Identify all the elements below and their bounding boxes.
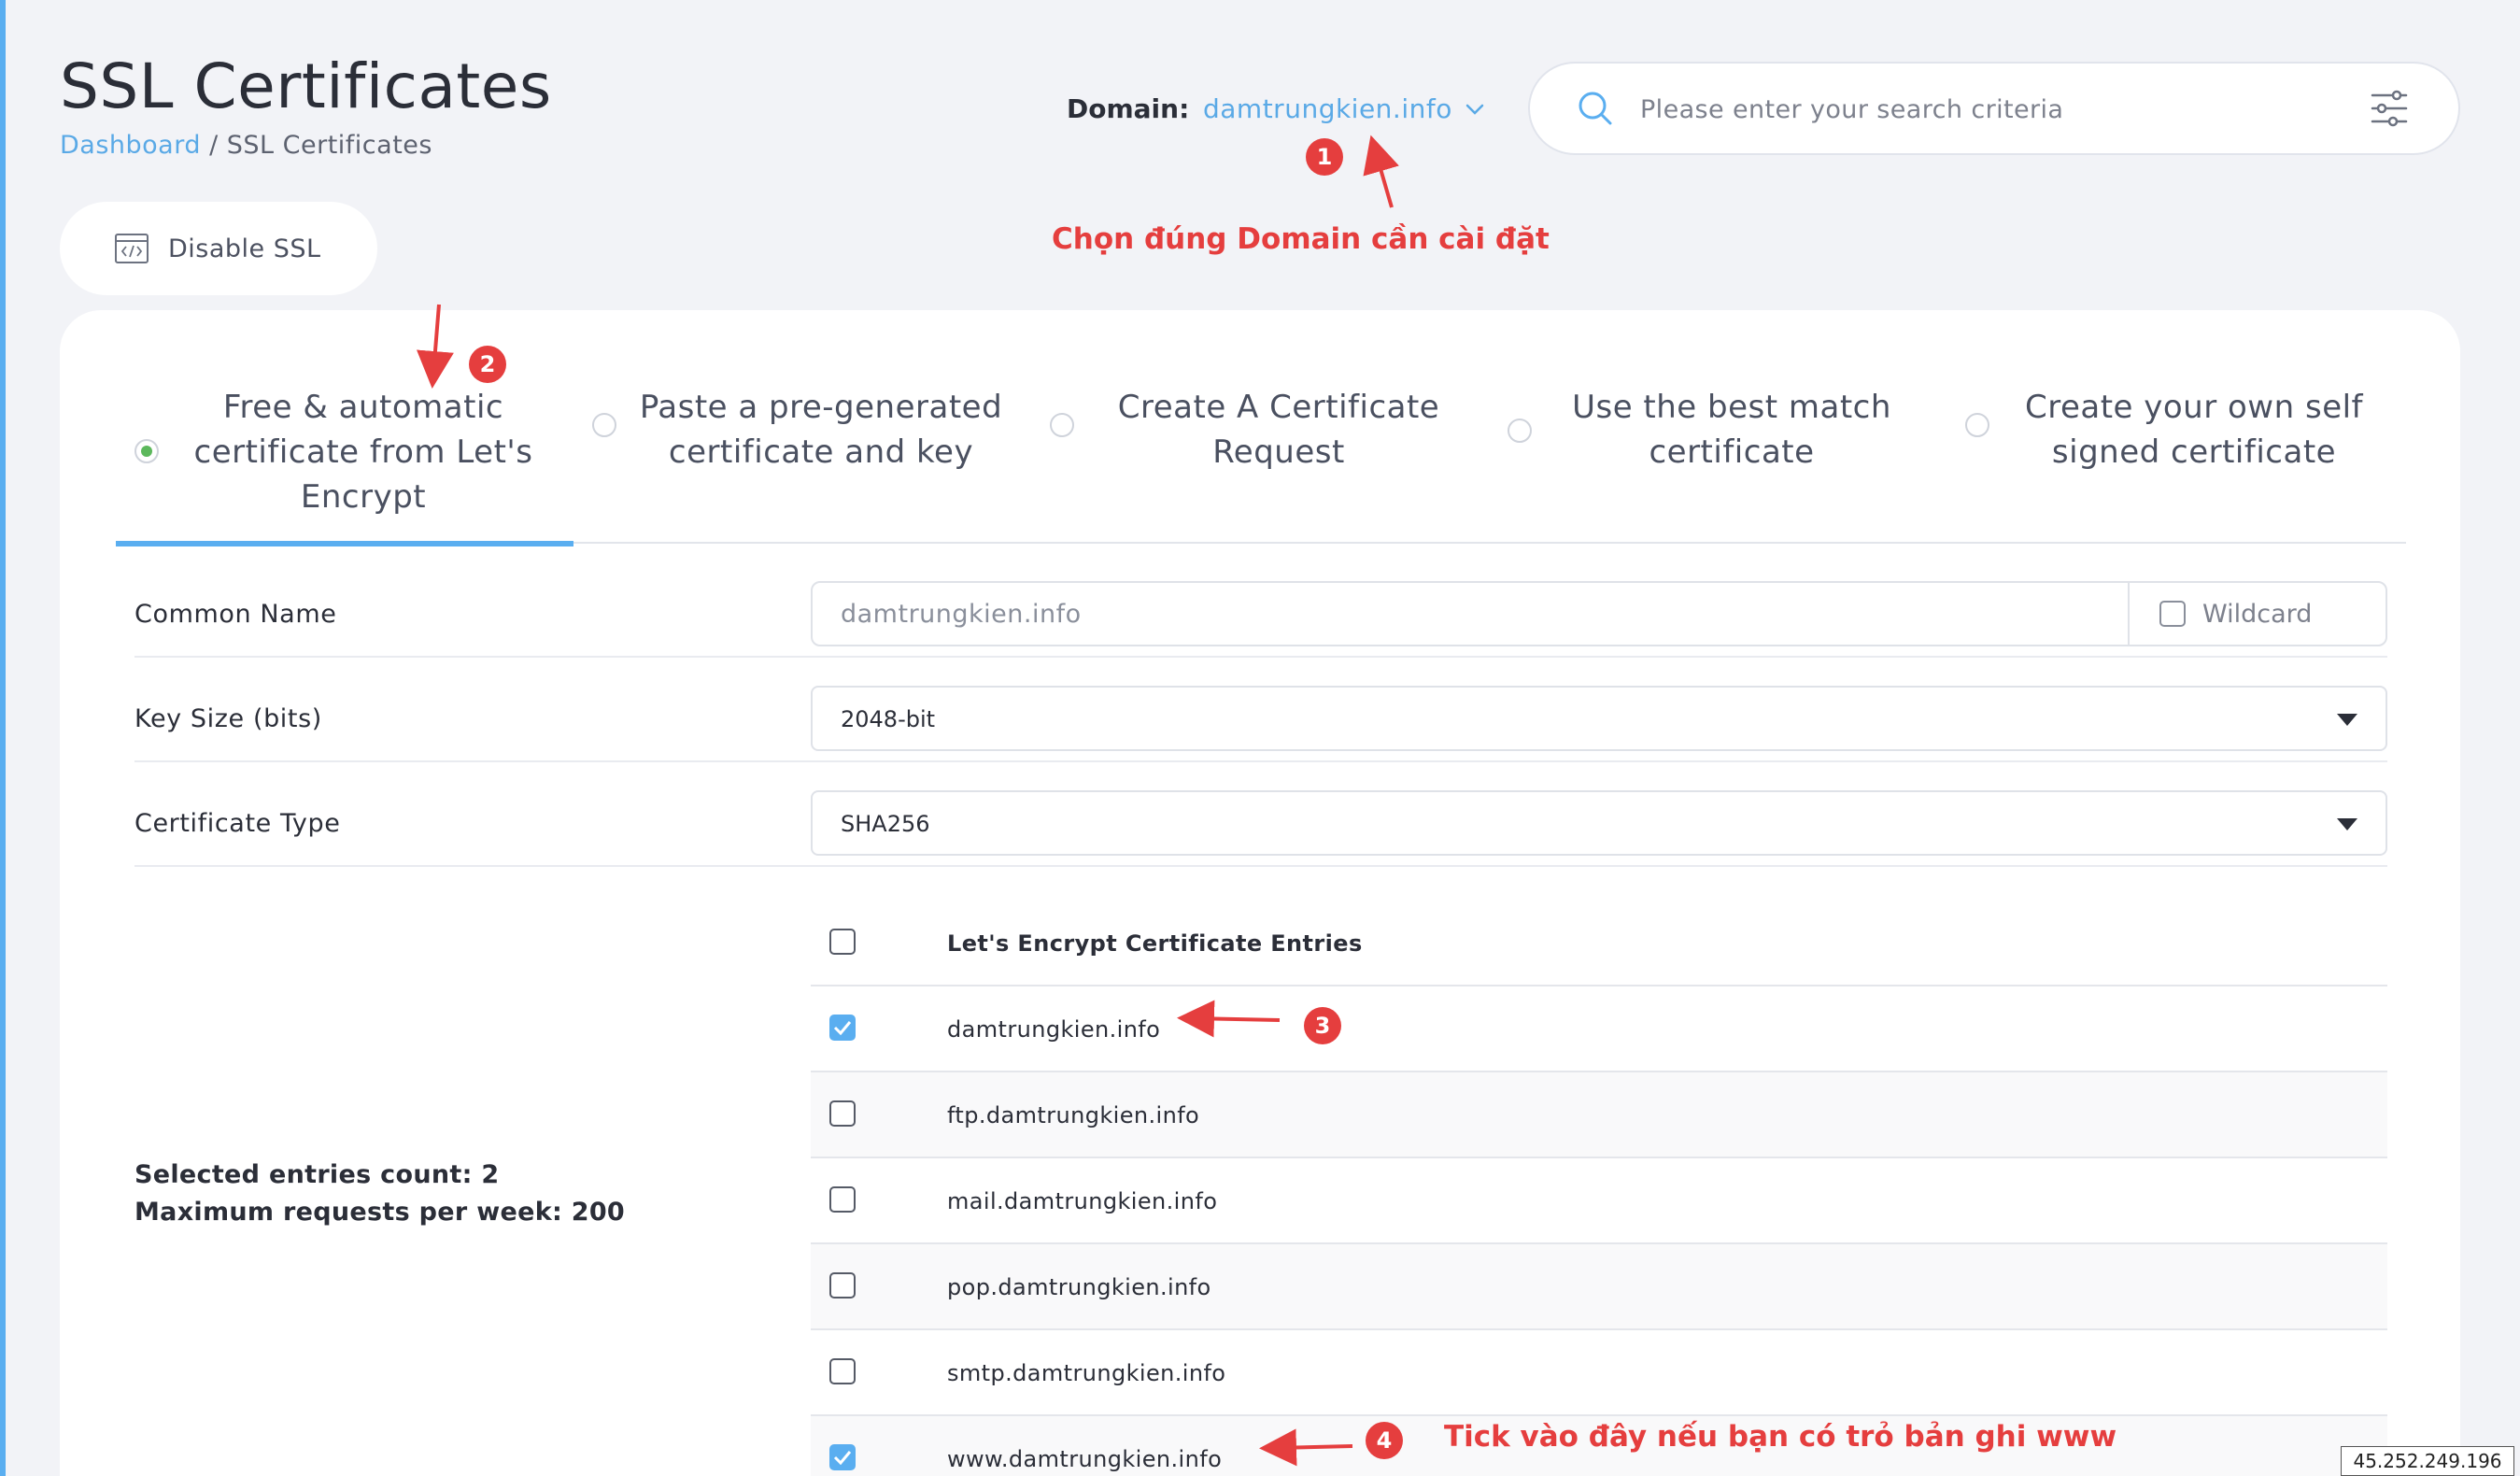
checkmark-icon — [833, 1021, 852, 1035]
certificate-type-row: Certificate Type SHA256 — [134, 790, 2387, 867]
tab-label-best-match: Use the best match certificate — [1572, 389, 1891, 471]
entries-header-label: Let's Encrypt Certificate Entries — [947, 930, 1363, 957]
active-tab-underline — [116, 541, 573, 546]
disable-ssl-label: Disable SSL — [168, 234, 321, 263]
common-name-row: Common Name damtrungkien.info Wildcard — [134, 581, 2387, 658]
tab-label-certificate-request: Create A Certificate Request — [1117, 389, 1440, 471]
common-name-value: damtrungkien.info — [841, 600, 1082, 629]
tab-self-signed[interactable]: Create your own self signed certificate — [1947, 385, 2404, 544]
entry-row-ftp[interactable]: ftp.damtrungkien.info — [811, 1072, 2387, 1158]
wildcard-checkbox[interactable] — [2159, 601, 2186, 627]
search-input[interactable] — [1640, 82, 2350, 136]
entry-checkbox-ftp[interactable] — [829, 1100, 856, 1127]
annotation-badge-2: 2 — [469, 346, 506, 383]
disable-ssl-button[interactable]: Disable SSL — [60, 202, 377, 295]
breadcrumb-current: SSL Certificates — [226, 131, 432, 160]
common-name-field[interactable]: damtrungkien.info Wildcard — [811, 581, 2387, 646]
breadcrumb: Dashboard / SSL Certificates — [60, 131, 432, 160]
chevron-down-icon — [1465, 104, 1484, 115]
annotation-badge-4: 4 — [1366, 1422, 1403, 1459]
page-title: SSL Certificates — [60, 50, 552, 122]
tab-label-lets-encrypt: Free & automatic certificate from Let's … — [193, 389, 533, 516]
tab-label-paste-certificate: Paste a pre-generated certificate and ke… — [639, 389, 1003, 471]
annotation-badge-3: 3 — [1304, 1007, 1341, 1044]
annotation-note-www: Tick vào đây nếu bạn có trỏ bản ghi www — [1444, 1420, 2117, 1454]
entry-checkbox-smtp[interactable] — [829, 1358, 856, 1384]
domain-label: Domain: — [1067, 93, 1190, 124]
key-size-label: Key Size (bits) — [134, 704, 322, 733]
certificate-entries-table: Let's Encrypt Certificate Entries damtru… — [811, 901, 2387, 1476]
entry-row-smtp[interactable]: smtp.damtrungkien.info — [811, 1330, 2387, 1416]
checkmark-icon — [833, 1451, 852, 1465]
wildcard-option[interactable]: Wildcard — [2128, 583, 2386, 645]
entry-checkbox-damtrungkien[interactable] — [829, 1015, 856, 1041]
ssl-card: Free & automatic certificate from Let's … — [60, 310, 2460, 1476]
tab-best-match[interactable]: Use the best match certificate — [1489, 385, 1947, 544]
tab-radio-paste-certificate[interactable] — [592, 413, 616, 437]
certificate-type-value: SHA256 — [841, 811, 930, 837]
entry-label: pop.damtrungkien.info — [947, 1274, 1211, 1300]
page: SSL Certificates Dashboard / SSL Certifi… — [0, 0, 2520, 1476]
tab-radio-lets-encrypt[interactable] — [134, 439, 159, 463]
domain-select[interactable]: damtrungkien.info — [1203, 93, 1484, 124]
left-accent-bar — [0, 0, 6, 1476]
breadcrumb-separator: / — [200, 131, 227, 160]
search-box — [1528, 62, 2460, 155]
tab-paste-certificate[interactable]: Paste a pre-generated certificate and ke… — [573, 385, 1031, 544]
entry-row-mail[interactable]: mail.damtrungkien.info — [811, 1158, 2387, 1244]
annotation-note-domain: Chọn đúng Domain cần cài đặt — [1052, 222, 1550, 256]
tab-radio-best-match[interactable] — [1508, 419, 1532, 443]
entry-row-damtrungkien[interactable]: damtrungkien.info — [811, 986, 2387, 1072]
entry-label: mail.damtrungkien.info — [947, 1188, 1218, 1214]
key-size-row: Key Size (bits) 2048-bit — [134, 686, 2387, 762]
code-window-icon — [115, 234, 149, 263]
tab-lets-encrypt[interactable]: Free & automatic certificate from Let's … — [116, 385, 573, 546]
entry-checkbox-pop[interactable] — [829, 1272, 856, 1299]
entries-stats: Selected entries count: 2 Maximum reques… — [134, 1157, 625, 1231]
certificate-type-label: Certificate Type — [134, 809, 341, 838]
search-icon — [1579, 92, 1612, 125]
key-size-value: 2048-bit — [841, 706, 936, 732]
arrow-to-domain — [1363, 135, 1399, 208]
ip-address-tag: 45.252.249.196 — [2341, 1446, 2514, 1476]
select-all-checkbox[interactable] — [829, 929, 856, 955]
entry-label: smtp.damtrungkien.info — [947, 1360, 1226, 1386]
entries-header-row: Let's Encrypt Certificate Entries — [811, 901, 2387, 986]
certificate-type-select[interactable]: SHA256 — [811, 790, 2387, 856]
common-name-label: Common Name — [134, 600, 337, 629]
selected-entries-count: Selected entries count: 2 — [134, 1160, 500, 1189]
entry-label: www.damtrungkien.info — [947, 1446, 1223, 1472]
tab-radio-self-signed[interactable] — [1965, 413, 1989, 437]
tab-label-self-signed: Create your own self signed certificate — [2024, 389, 2364, 471]
entry-checkbox-mail[interactable] — [829, 1186, 856, 1213]
annotation-badge-1: 1 — [1306, 138, 1343, 176]
caret-down-icon — [2337, 714, 2357, 726]
maximum-requests: Maximum requests per week: 200 — [134, 1198, 626, 1227]
entry-row-pop[interactable]: pop.damtrungkien.info — [811, 1244, 2387, 1330]
entry-checkbox-www[interactable] — [829, 1444, 856, 1470]
tab-radio-certificate-request[interactable] — [1050, 413, 1074, 437]
certificate-tabs: Free & automatic certificate from Let's … — [116, 385, 2406, 546]
breadcrumb-dashboard-link[interactable]: Dashboard — [60, 131, 201, 160]
wildcard-label: Wildcard — [2202, 599, 2313, 629]
entry-label: ftp.damtrungkien.info — [947, 1102, 1200, 1128]
key-size-select[interactable]: 2048-bit — [811, 686, 2387, 751]
sliders-icon[interactable] — [2369, 88, 2410, 129]
tab-certificate-request[interactable]: Create A Certificate Request — [1031, 385, 1489, 544]
entry-label: damtrungkien.info — [947, 1016, 1161, 1043]
domain-value: damtrungkien.info — [1203, 93, 1452, 124]
caret-down-icon — [2337, 818, 2357, 830]
